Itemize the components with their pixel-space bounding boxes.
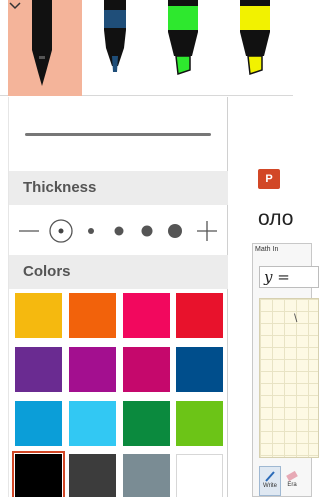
color-swatch[interactable] (15, 293, 62, 338)
eraser-icon (286, 470, 298, 482)
partial-document-text: оло (258, 207, 294, 230)
math-writing-area[interactable]: \ (259, 298, 319, 458)
color-swatch[interactable] (15, 347, 62, 392)
write-tool-label: Write (263, 483, 277, 489)
thickness-option-thin[interactable] (88, 228, 94, 234)
color-swatch[interactable] (69, 454, 116, 497)
background-document: P оло Math In y = \ Write Era (228, 97, 319, 497)
color-swatch[interactable] (12, 451, 65, 497)
math-window-title: Math In (255, 246, 279, 253)
thickness-option-thick[interactable] (141, 225, 153, 237)
color-swatch[interactable] (176, 401, 223, 446)
green-highlighter-icon (168, 0, 198, 76)
ink-stroke: \ (294, 311, 298, 325)
black-pen-icon (32, 0, 52, 86)
math-input-field[interactable]: y = (259, 266, 319, 288)
thickness-label: Thickness (23, 179, 97, 196)
thickness-option-medium[interactable] (114, 226, 124, 236)
pen-toolbar (0, 0, 293, 96)
increase-thickness-icon[interactable] (197, 221, 217, 241)
color-swatch[interactable] (15, 401, 62, 446)
color-swatch[interactable] (123, 347, 170, 392)
blue-pen-button[interactable] (90, 0, 140, 96)
color-swatch[interactable] (123, 454, 170, 497)
thickness-header: Thickness (9, 171, 228, 205)
green-highlighter-button[interactable] (158, 0, 208, 96)
color-swatch[interactable] (69, 293, 116, 338)
color-swatch[interactable] (69, 401, 116, 446)
thickness-options (9, 215, 228, 247)
powerpoint-icon: P (258, 169, 280, 189)
pen-settings-flyout: Thickness Colors (8, 97, 228, 497)
color-swatch[interactable] (176, 454, 223, 497)
thickness-option-thickest[interactable] (168, 224, 182, 238)
colors-header: Colors (9, 255, 228, 289)
erase-tool-label: Era (287, 482, 297, 488)
pen-icon (265, 471, 275, 482)
stroke-preview (25, 133, 211, 136)
color-swatch[interactable] (69, 347, 116, 392)
erase-tool-button[interactable]: Era (281, 466, 303, 496)
color-swatch[interactable] (123, 293, 170, 338)
math-tools: Write Era (259, 466, 319, 496)
blue-pen-icon (104, 0, 126, 72)
math-input-window: Math In y = \ Write Era (252, 243, 319, 497)
write-tool-button[interactable]: Write (259, 466, 281, 496)
colors-label: Colors (23, 263, 71, 280)
yellow-highlighter-button[interactable] (230, 0, 280, 96)
chevron-down-icon[interactable] (8, 0, 22, 10)
color-swatch[interactable] (176, 347, 223, 392)
black-pen-button[interactable] (8, 0, 82, 96)
yellow-highlighter-icon (240, 0, 270, 76)
color-swatch[interactable] (176, 293, 223, 338)
color-swatch[interactable] (123, 401, 170, 446)
thickness-option-thinnest[interactable] (49, 219, 73, 243)
